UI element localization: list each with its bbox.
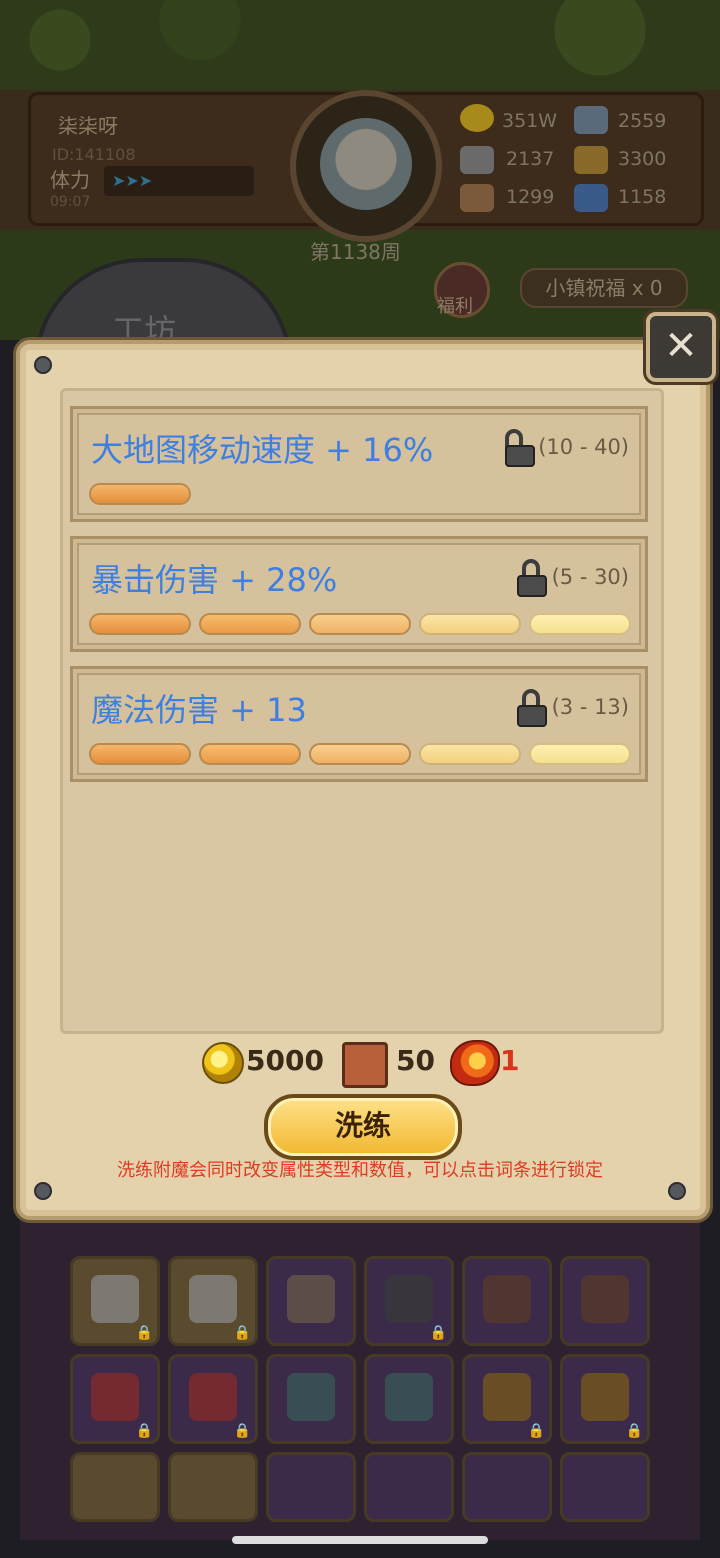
week-counter: 第1138周 <box>310 240 401 264</box>
lock-icon: 🔒 <box>527 1423 545 1439</box>
inventory-slot[interactable]: 🔒 <box>70 1256 160 1346</box>
attribute-range: (5 - 30) <box>551 565 629 589</box>
star-amulet-icon <box>581 1373 629 1421</box>
gold-icon <box>460 104 494 132</box>
lock-icon: 🔒 <box>233 1325 251 1341</box>
inventory-slot[interactable]: 🔒 <box>168 1256 258 1346</box>
cloth-icon <box>574 146 608 174</box>
gold-coin-icon <box>202 1042 244 1084</box>
avatar-portrait-icon <box>320 118 412 210</box>
lock-icon: 🔒 <box>625 1423 643 1439</box>
close-button[interactable]: ✕ <box>646 312 716 382</box>
inventory-slot[interactable] <box>266 1452 356 1522</box>
lock-icon: 🔒 <box>135 1423 153 1439</box>
lock-icon[interactable] <box>517 689 547 727</box>
unlock-icon[interactable] <box>505 429 535 467</box>
wood-icon <box>460 184 494 212</box>
lock-icon[interactable] <box>517 559 547 597</box>
resource-cloth: 3300 <box>618 148 667 170</box>
dagger-icon <box>287 1373 335 1421</box>
avatar[interactable] <box>290 90 442 242</box>
belt-icon <box>189 1373 237 1421</box>
attribute-range: (3 - 13) <box>551 695 629 719</box>
whip-icon <box>287 1275 335 1323</box>
inventory-slot[interactable] <box>168 1452 258 1522</box>
resource-iron: 2559 <box>618 110 667 132</box>
lantern-icon <box>189 1275 237 1323</box>
home-indicator[interactable] <box>232 1536 488 1544</box>
stamina-timer: 09:07 <box>50 194 91 210</box>
refine-button[interactable]: 洗练 <box>264 1094 462 1160</box>
refine-hint: 洗练附魔会同时改变属性类型和数值，可以点击词条进行锁定 <box>117 1160 603 1181</box>
belt-icon <box>91 1373 139 1421</box>
resource-wood: 1299 <box>506 186 555 208</box>
inventory-slot[interactable] <box>266 1256 356 1346</box>
inventory-slot[interactable] <box>560 1452 650 1522</box>
level-segment <box>309 613 411 635</box>
spiked-collar-icon <box>483 1275 531 1323</box>
scroll-cost: 50 <box>396 1044 435 1077</box>
inventory-slot[interactable]: 🔒 <box>70 1354 160 1444</box>
welfare-label: 福利 <box>437 296 473 317</box>
inventory-slot[interactable] <box>364 1452 454 1522</box>
inventory-slot[interactable] <box>462 1256 552 1346</box>
resource-stone: 2137 <box>506 148 555 170</box>
town-blessing-badge[interactable]: 小镇祝福 x 0 <box>520 268 688 308</box>
attribute-entry[interactable]: 魔法伤害 + 13 (3 - 13) <box>70 666 648 782</box>
gold-cost: 5000 <box>246 1044 324 1077</box>
inventory-slot[interactable] <box>364 1354 454 1444</box>
inventory-slot[interactable] <box>70 1452 160 1522</box>
inventory-slot[interactable] <box>560 1256 650 1346</box>
lock-icon: 🔒 <box>233 1423 251 1439</box>
attribute-entry[interactable]: 大地图移动速度 + 16% (10 - 40) <box>70 406 648 522</box>
attribute-name: 大地图移动速度 + 16% <box>91 431 434 469</box>
corner-bolt-icon <box>34 356 52 374</box>
gem-cost: 1 <box>500 1044 520 1077</box>
player-id: ID:141108 <box>52 145 136 164</box>
stamina-label: 体力 <box>50 168 90 192</box>
inventory-slot[interactable]: 🔒 <box>364 1256 454 1346</box>
stamina-bar: ➤➤➤ <box>104 166 254 196</box>
lantern-icon <box>91 1275 139 1323</box>
attribute-entry[interactable]: 暴击伤害 + 28% (5 - 30) <box>70 536 648 652</box>
corner-bolt-icon <box>34 1182 52 1200</box>
level-segment <box>89 483 191 505</box>
inventory-slot[interactable] <box>462 1452 552 1522</box>
level-segment <box>309 743 411 765</box>
close-icon: ✕ <box>664 323 698 369</box>
inventory-slot[interactable]: 🔒 <box>560 1354 650 1444</box>
stamina-arrows-icon: ➤➤➤ <box>112 171 153 190</box>
crystal-icon <box>574 184 608 212</box>
level-segment <box>419 743 521 765</box>
scroll-icon <box>342 1042 388 1088</box>
resource-gold: 351W <box>502 110 558 132</box>
level-segment <box>529 613 631 635</box>
resource-crystal: 1158 <box>618 186 667 208</box>
lock-icon: 🔒 <box>135 1325 153 1341</box>
level-segment <box>199 743 301 765</box>
player-name: 柒柒呀 <box>58 114 118 138</box>
attribute-name: 暴击伤害 + 28% <box>91 561 338 599</box>
level-segment <box>529 743 631 765</box>
attribute-range: (10 - 40) <box>538 435 629 459</box>
dagger-icon <box>385 1373 433 1421</box>
fire-gem-icon <box>450 1040 500 1086</box>
inventory-slot[interactable] <box>266 1354 356 1444</box>
inventory-slot[interactable]: 🔒 <box>462 1354 552 1444</box>
armor-icon <box>385 1275 433 1323</box>
inventory-slot[interactable]: 🔒 <box>168 1354 258 1444</box>
spiked-collar-icon <box>581 1275 629 1323</box>
lock-icon: 🔒 <box>429 1325 447 1341</box>
iron-icon <box>574 106 608 134</box>
attribute-name: 魔法伤害 + 13 <box>91 691 307 729</box>
level-segment <box>199 613 301 635</box>
level-segment <box>419 613 521 635</box>
star-amulet-icon <box>483 1373 531 1421</box>
level-segment <box>89 743 191 765</box>
corner-bolt-icon <box>668 1182 686 1200</box>
stone-icon <box>460 146 494 174</box>
level-segment <box>89 613 191 635</box>
